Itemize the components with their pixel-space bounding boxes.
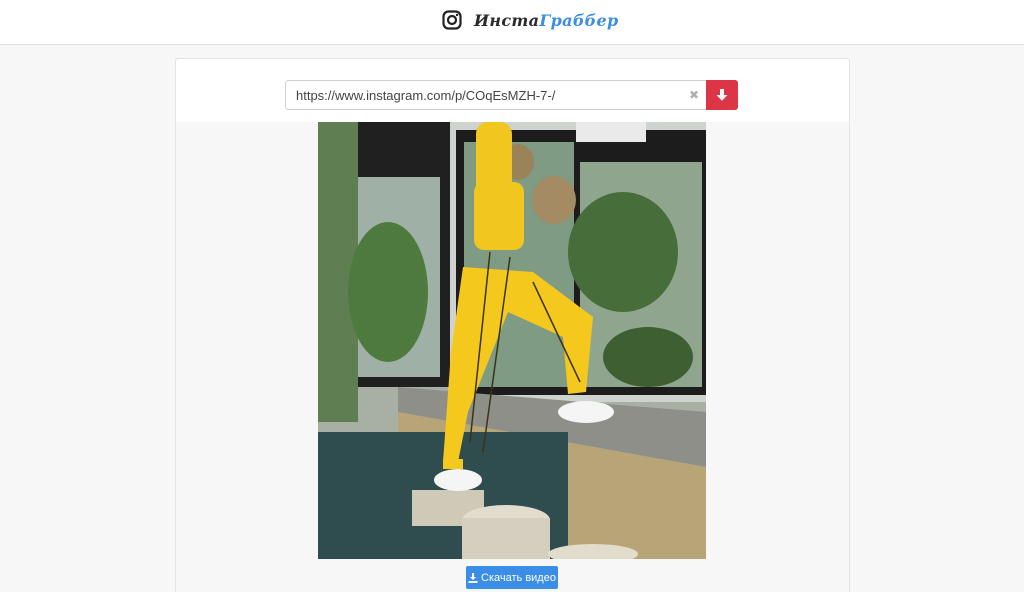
- fetch-button[interactable]: [706, 80, 738, 110]
- instagram-icon: [442, 10, 462, 30]
- url-form-area: ✖: [176, 59, 849, 122]
- url-form: ✖: [285, 80, 738, 110]
- header-bar: ИнстаГраббер: [0, 0, 1024, 45]
- arrow-down-icon: [716, 89, 728, 101]
- brand-name-part2: Граббер: [539, 10, 619, 30]
- downloader-panel: ✖: [175, 58, 850, 592]
- download-icon: [468, 572, 478, 583]
- site-logo[interactable]: ИнстаГраббер: [442, 8, 619, 32]
- brand-name: ИнстаГраббер: [474, 11, 619, 30]
- post-photo: [318, 122, 706, 559]
- close-icon[interactable]: ✖: [687, 88, 701, 102]
- brand-name-part1: Инста: [474, 10, 540, 30]
- url-input[interactable]: [285, 80, 706, 110]
- download-video-label: Скачать видео: [481, 571, 556, 584]
- download-video-button[interactable]: Скачать видео: [466, 566, 558, 589]
